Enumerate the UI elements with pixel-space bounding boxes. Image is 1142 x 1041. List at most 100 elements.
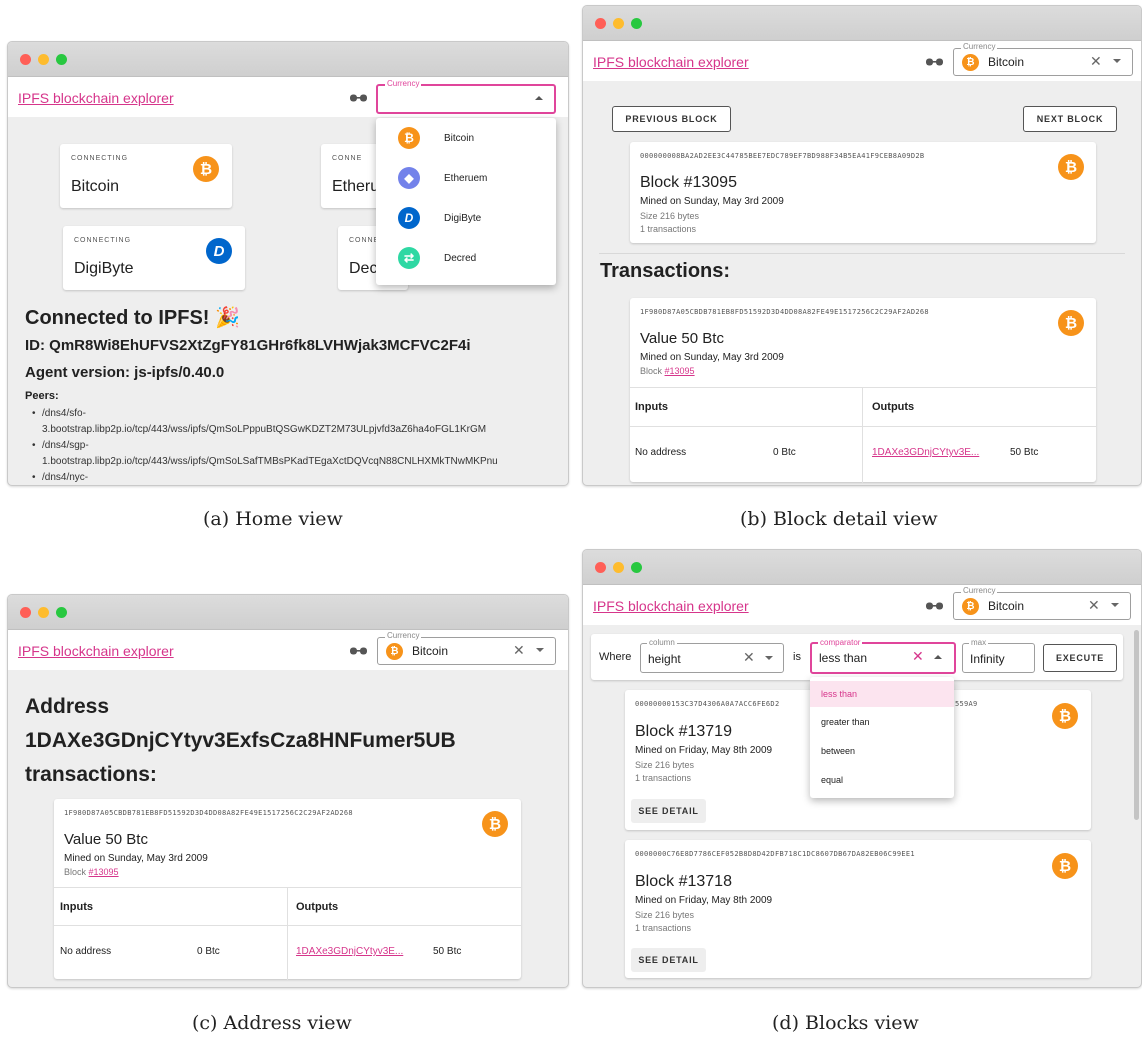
inputs-column: Inputs No address 0 Btc [54, 888, 288, 980]
is-label: is [793, 651, 801, 663]
see-detail-button[interactable]: SEE DETAIL [631, 948, 706, 972]
clear-icon[interactable]: ✕ [1088, 597, 1100, 614]
app-title-link[interactable]: IPFS blockchain explorer [593, 598, 749, 614]
window-block-detail: IPFS blockchain explorer Currency ₿ Bitc… [582, 5, 1142, 486]
clear-icon[interactable]: ✕ [513, 642, 525, 659]
glasses-icon[interactable] [926, 602, 943, 610]
menu-item-label: between [821, 746, 856, 756]
output-value: 50 Btc [1010, 447, 1039, 458]
transaction-card: 1F980D87A05CBDB781EB8FD51592D3D4DD08A82F… [54, 799, 521, 980]
transaction-table: Inputs No address 0 Btc Outputs 1DAXe3GD… [630, 387, 1096, 483]
block-mined-date: Mined on Friday, May 8th 2009 [635, 895, 773, 906]
chevron-down-icon[interactable] [536, 648, 544, 652]
caption-b: (b) Block detail view [740, 508, 938, 530]
output-address-link[interactable]: 1DAXe3GDnjCYtyv3E... [872, 447, 979, 458]
minimize-window-button[interactable] [613, 562, 624, 573]
menu-item-less-than[interactable]: less than [810, 681, 954, 707]
app-title-link[interactable]: IPFS blockchain explorer [18, 643, 174, 659]
next-block-button[interactable]: NEXT BLOCK [1023, 106, 1117, 132]
block-tx-count: 1 transactions [640, 224, 697, 234]
clear-icon[interactable]: ✕ [1090, 53, 1102, 70]
see-detail-button[interactable]: SEE DETAIL [631, 799, 706, 823]
previous-block-button[interactable]: PREVIOUS BLOCK [612, 106, 731, 132]
maximize-window-button[interactable] [56, 54, 67, 65]
peer-item: • /dns4/nyc- [32, 472, 89, 482]
menu-item-digibyte[interactable]: D DigiByte [376, 198, 556, 238]
chevron-down-icon[interactable] [1111, 603, 1119, 607]
block-card: 0000000C76E8D7786CEF052B8D8D42DFB718C1DC… [625, 840, 1091, 978]
bitcoin-icon: ₿ [1052, 853, 1078, 879]
inputs-column: Inputs No address 0 Btc [630, 388, 863, 483]
outputs-header: Outputs [296, 901, 339, 913]
max-value: Infinity [970, 652, 1005, 666]
max-input[interactable]: max Infinity [962, 638, 1035, 673]
close-window-button[interactable] [595, 562, 606, 573]
currency-select[interactable]: Currency ₿ Bitcoin ✕ [377, 631, 556, 665]
menu-item-bitcoin[interactable]: ₿ Bitcoin [376, 118, 556, 158]
currency-value: Bitcoin [412, 644, 449, 658]
chevron-down-icon[interactable] [1113, 59, 1121, 63]
currency-select[interactable]: Currency [376, 79, 556, 114]
maximize-window-button[interactable] [631, 18, 642, 29]
close-window-button[interactable] [20, 54, 31, 65]
currency-label: Currency [385, 631, 422, 640]
currency-select[interactable]: Currency ₿ Bitcoin ✕ [953, 586, 1131, 620]
menu-item-ethereum[interactable]: ◆ Etheruem [376, 158, 556, 198]
block-mined-date: Mined on Friday, May 8th 2009 [635, 745, 773, 756]
menu-item-label: Decred [444, 253, 477, 264]
ethereum-icon: ◆ [398, 167, 420, 189]
outputs-column: Outputs 1DAXe3GDnjCYtyv3E... 50 Btc [288, 888, 521, 980]
maximize-window-button[interactable] [56, 607, 67, 618]
comparator-select[interactable]: comparator less than ✕ [810, 638, 956, 674]
menu-item-label: less than [821, 689, 858, 699]
menu-item-decred[interactable]: ⇄ Decred [376, 238, 556, 278]
chevron-up-icon[interactable] [934, 655, 942, 659]
app-title-link[interactable]: IPFS blockchain explorer [18, 90, 174, 106]
column-label: column [647, 638, 677, 647]
menu-item-equal[interactable]: equal [810, 767, 954, 793]
minimize-window-button[interactable] [38, 54, 49, 65]
peer-item: • /dns4/sgp- 1.bootstrap.libp2p.io/tcp/4… [32, 440, 498, 467]
bitcoin-icon: ₿ [398, 127, 420, 149]
clear-icon[interactable]: ✕ [912, 648, 924, 665]
output-address-link[interactable]: 1DAXe3GDnjCYtyv3E... [296, 946, 403, 957]
bitcoin-icon: ₿ [386, 643, 403, 660]
menu-item-greater-than[interactable]: greater than [810, 709, 954, 735]
close-window-button[interactable] [595, 18, 606, 29]
minimize-window-button[interactable] [613, 18, 624, 29]
block-size: Size 216 bytes [640, 211, 700, 221]
menu-item-between[interactable]: between [810, 738, 954, 764]
glasses-icon[interactable] [350, 94, 367, 102]
title-bar [583, 6, 1141, 41]
divider [599, 253, 1125, 254]
window-address: IPFS blockchain explorer Currency ₿ Bitc… [7, 594, 569, 988]
bitcoin-icon: ₿ [482, 811, 508, 837]
block-link[interactable]: #13095 [89, 867, 119, 877]
coin-name: Etheru [332, 178, 380, 195]
column-select[interactable]: column height ✕ [640, 638, 784, 673]
execute-button[interactable]: EXECUTE [1043, 644, 1117, 672]
chevron-up-icon[interactable] [535, 96, 543, 100]
block-link[interactable]: #13095 [665, 366, 695, 376]
caption-c: (c) Address view [192, 1012, 352, 1034]
scrollbar[interactable] [1134, 630, 1139, 820]
connecting-status: CONNECTING [74, 237, 132, 244]
block-hash: 00000000153C37D4306A0A7ACC6FE6D2 [635, 700, 780, 708]
block-card: 000000008BA2AD2EE3C44785BEE7EDC789EF7BD9… [630, 142, 1096, 243]
clear-icon[interactable]: ✕ [743, 649, 755, 666]
chevron-down-icon[interactable] [765, 656, 773, 660]
currency-select[interactable]: Currency ₿ Bitcoin ✕ [953, 42, 1133, 76]
app-title-link[interactable]: IPFS blockchain explorer [593, 54, 749, 70]
minimize-window-button[interactable] [38, 607, 49, 618]
maximize-window-button[interactable] [631, 562, 642, 573]
inputs-header: Inputs [635, 401, 668, 413]
glasses-icon[interactable] [350, 647, 367, 655]
glasses-icon[interactable] [926, 58, 943, 66]
block-hash-tail: 559A9 [955, 700, 978, 708]
app-bar: IPFS blockchain explorer Currency [8, 77, 568, 117]
block-size: Size 216 bytes [635, 760, 695, 770]
currency-value: Bitcoin [988, 599, 1025, 613]
coin-card-bitcoin[interactable]: CONNECTING Bitcoin ₿ [60, 144, 232, 208]
coin-card-digibyte[interactable]: CONNECTING DigiByte D [63, 226, 245, 290]
close-window-button[interactable] [20, 607, 31, 618]
